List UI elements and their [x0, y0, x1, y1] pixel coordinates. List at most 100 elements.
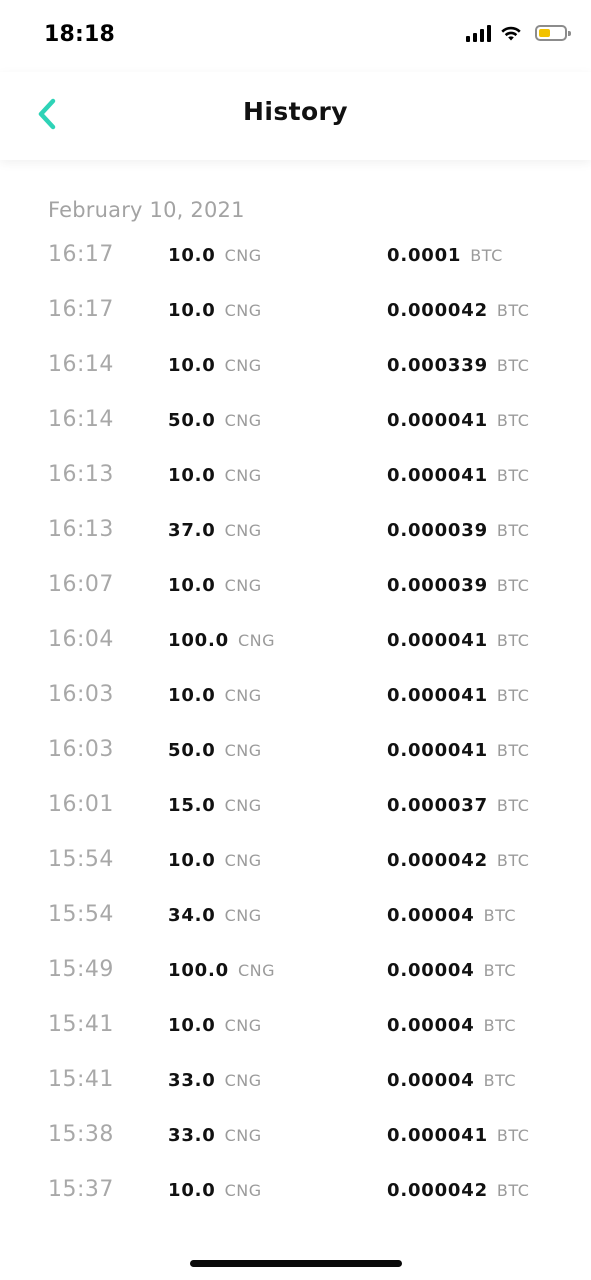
transaction-amount: 33.0 CNG: [168, 1070, 262, 1091]
amount-unit: CNG: [224, 411, 262, 430]
amount-unit: CNG: [224, 796, 262, 815]
amount-unit: CNG: [224, 1181, 262, 1200]
transaction-time: 15:54: [48, 902, 114, 927]
transaction-time: 16:03: [48, 682, 114, 707]
transaction-amount: 100.0 CNG: [168, 960, 275, 981]
amount-value: 10.0: [168, 685, 216, 706]
history-row[interactable]: 15:54 10.0 CNG 0.000042 BTC: [0, 835, 591, 890]
transaction-price: 0.00004 BTC: [387, 1070, 516, 1091]
status-time: 18:18: [44, 22, 116, 47]
history-row[interactable]: 16:13 37.0 CNG 0.000039 BTC: [0, 505, 591, 560]
amount-unit: CNG: [224, 466, 262, 485]
price-unit: BTC: [496, 796, 530, 815]
transaction-time: 15:54: [48, 847, 114, 872]
transaction-amount: 50.0 CNG: [168, 740, 262, 761]
transaction-amount: 10.0 CNG: [168, 1015, 262, 1036]
transaction-amount: 10.0 CNG: [168, 850, 262, 871]
amount-value: 50.0: [168, 410, 216, 431]
price-unit: BTC: [496, 686, 530, 705]
amount-unit: CNG: [237, 961, 275, 980]
history-row[interactable]: 16:14 10.0 CNG 0.000339 BTC: [0, 340, 591, 395]
price-unit: BTC: [496, 356, 530, 375]
amount-unit: CNG: [224, 1071, 262, 1090]
amount-value: 10.0: [168, 245, 216, 266]
transaction-time: 15:41: [48, 1067, 114, 1092]
transaction-amount: 10.0 CNG: [168, 685, 262, 706]
transaction-amount: 10.0 CNG: [168, 465, 262, 486]
price-unit: BTC: [496, 631, 530, 650]
amount-value: 10.0: [168, 465, 216, 486]
page-title: History: [243, 97, 348, 126]
history-row[interactable]: 16:03 50.0 CNG 0.000041 BTC: [0, 725, 591, 780]
price-unit: BTC: [496, 466, 530, 485]
history-list-container[interactable]: February 10, 2021 16:17 10.0 CNG 0.0001 BTC 1…: [0, 160, 591, 1260]
price-value: 0.00004: [387, 1015, 475, 1036]
transaction-price: 0.000041 BTC: [387, 685, 529, 706]
amount-unit: CNG: [224, 851, 262, 870]
transaction-amount: 15.0 CNG: [168, 795, 262, 816]
history-row[interactable]: 15:37 10.0 CNG 0.000042 BTC: [0, 1165, 591, 1220]
transaction-price: 0.000041 BTC: [387, 630, 529, 651]
price-unit: BTC: [496, 851, 530, 870]
amount-unit: CNG: [224, 576, 262, 595]
transaction-price: 0.000041 BTC: [387, 740, 529, 761]
amount-value: 37.0: [168, 520, 216, 541]
price-unit: BTC: [496, 521, 530, 540]
amount-value: 34.0: [168, 905, 216, 926]
transaction-time: 15:37: [48, 1177, 114, 1202]
price-value: 0.0001: [387, 245, 462, 266]
history-list: 16:17 10.0 CNG 0.0001 BTC 16:17 10.0 CNG 0.00004…: [0, 230, 591, 1220]
date-group-label: February 10, 2021: [48, 198, 245, 222]
history-row[interactable]: 16:07 10.0 CNG 0.000039 BTC: [0, 560, 591, 615]
price-unit: BTC: [470, 246, 503, 265]
price-value: 0.000041: [387, 685, 488, 706]
price-value: 0.000039: [387, 520, 488, 541]
amount-unit: CNG: [224, 246, 262, 265]
transaction-price: 0.000037 BTC: [387, 795, 529, 816]
amount-unit: CNG: [237, 631, 275, 650]
transaction-time: 15:41: [48, 1012, 114, 1037]
amount-unit: CNG: [224, 686, 262, 705]
transaction-price: 0.0001 BTC: [387, 245, 503, 266]
history-row[interactable]: 15:38 33.0 CNG 0.000041 BTC: [0, 1110, 591, 1165]
transaction-price: 0.000039 BTC: [387, 575, 529, 596]
transaction-price: 0.000042 BTC: [387, 850, 529, 871]
amount-unit: CNG: [224, 1016, 262, 1035]
history-row[interactable]: 15:54 34.0 CNG 0.00004 BTC: [0, 890, 591, 945]
amount-unit: CNG: [224, 741, 262, 760]
transaction-time: 16:17: [48, 297, 114, 322]
status-bar: 18:18: [0, 0, 591, 72]
transaction-amount: 50.0 CNG: [168, 410, 262, 431]
transaction-time: 15:49: [48, 957, 114, 982]
price-unit: BTC: [496, 411, 530, 430]
history-row[interactable]: 16:01 15.0 CNG 0.000037 BTC: [0, 780, 591, 835]
history-row[interactable]: 15:41 33.0 CNG 0.00004 BTC: [0, 1055, 591, 1110]
amount-value: 15.0: [168, 795, 216, 816]
transaction-amount: 37.0 CNG: [168, 520, 262, 541]
amount-value: 10.0: [168, 850, 216, 871]
transaction-amount: 10.0 CNG: [168, 245, 262, 266]
price-value: 0.000041: [387, 1125, 488, 1146]
price-value: 0.000339: [387, 355, 488, 376]
price-unit: BTC: [496, 576, 530, 595]
history-row[interactable]: 16:03 10.0 CNG 0.000041 BTC: [0, 670, 591, 725]
history-row[interactable]: 16:17 10.0 CNG 0.000042 BTC: [0, 285, 591, 340]
history-row[interactable]: 16:04 100.0 CNG 0.000041 BTC: [0, 615, 591, 670]
transaction-amount: 100.0 CNG: [168, 630, 275, 651]
transaction-price: 0.00004 BTC: [387, 960, 516, 981]
transaction-amount: 10.0 CNG: [168, 575, 262, 596]
history-row[interactable]: 16:14 50.0 CNG 0.000041 BTC: [0, 395, 591, 450]
price-value: 0.00004: [387, 960, 475, 981]
history-row[interactable]: 16:13 10.0 CNG 0.000041 BTC: [0, 450, 591, 505]
price-unit: BTC: [483, 1016, 517, 1035]
history-row[interactable]: 15:49 100.0 CNG 0.00004 BTC: [0, 945, 591, 1000]
history-row[interactable]: 16:17 10.0 CNG 0.0001 BTC: [0, 230, 591, 285]
price-value: 0.000037: [387, 795, 488, 816]
amount-value: 10.0: [168, 300, 216, 321]
price-value: 0.00004: [387, 1070, 475, 1091]
amount-value: 33.0: [168, 1125, 216, 1146]
history-row[interactable]: 15:41 10.0 CNG 0.00004 BTC: [0, 1000, 591, 1055]
home-indicator[interactable]: [190, 1260, 402, 1267]
price-unit: BTC: [483, 961, 517, 980]
transaction-price: 0.000041 BTC: [387, 465, 529, 486]
